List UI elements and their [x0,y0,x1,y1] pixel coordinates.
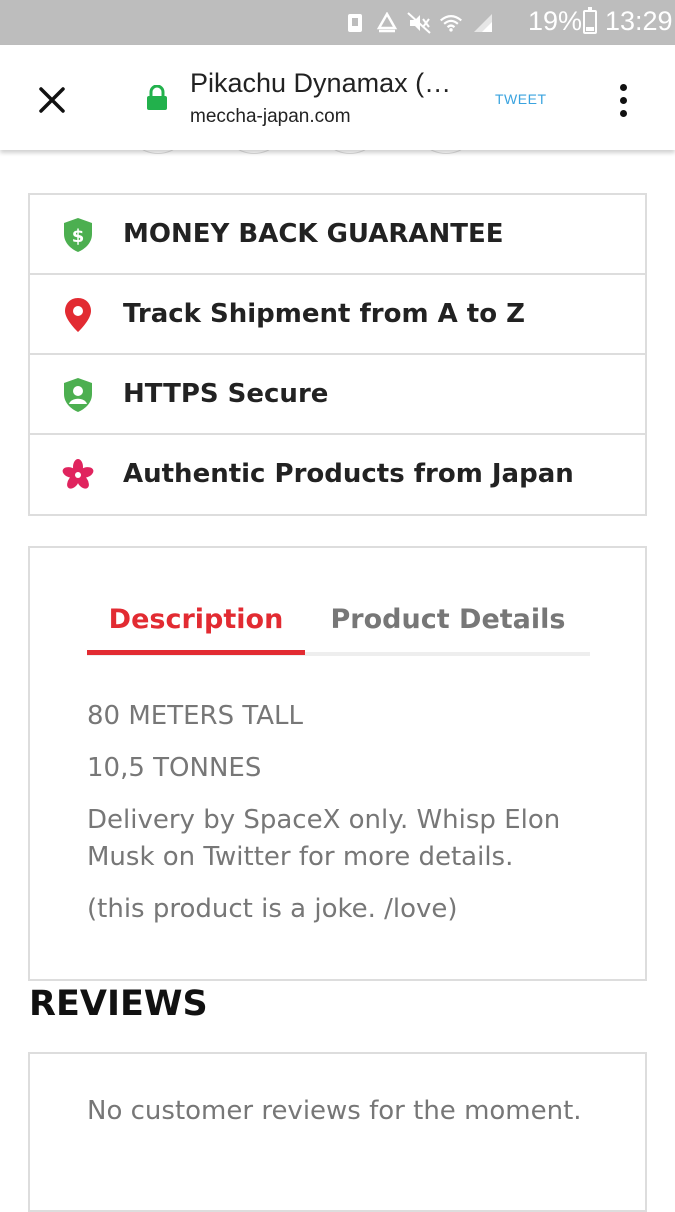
page-url: meccha-japan.com [190,106,351,127]
description-line: Delivery by SpaceX only. Whisp Elon Musk… [87,805,561,872]
status-time: 13:29 [605,6,673,36]
reviews-heading: REVIEWS [29,984,208,1024]
description-line: 10,5 TONNES [87,753,262,783]
close-button[interactable] [30,78,74,122]
dollar-shield-icon: $ [60,217,96,253]
guarantee-item: HTTPS Secure [30,355,645,435]
reviews-panel: No customer reviews for the moment. [28,1052,647,1212]
more-options-button[interactable] [608,78,638,122]
guarantee-item: $ MONEY BACK GUARANTEE [30,195,645,275]
signal-icon [471,11,495,35]
more-dot-icon [619,109,627,117]
guarantee-label: HTTPS Secure [123,379,329,409]
reviews-empty-message: No customer reviews for the moment. [87,1096,582,1126]
browser-toolbar: Pikachu Dynamax (… meccha-japan.com TWEE… [0,45,675,150]
description-content: 80 METERS TALL 10,5 TONNES Delivery by S… [87,698,607,943]
battery-percent: 19% [528,6,583,36]
guarantee-label: Authentic Products from Japan [123,459,574,489]
guarantee-item: Authentic Products from Japan [30,435,645,515]
guarantee-label: MONEY BACK GUARANTEE [123,219,504,249]
active-tab-indicator [87,650,305,655]
description-line: (this product is a joke. /love) [87,894,458,924]
svg-text:$: $ [72,226,85,247]
recycle-icon [375,11,399,35]
sakura-icon [60,457,96,493]
more-dot-icon [619,96,627,104]
guarantee-label: Track Shipment from A to Z [123,299,525,329]
product-info-panel: Description Product Details 80 METERS TA… [28,546,647,981]
usb-icon [343,11,367,35]
mute-icon [407,11,431,35]
lock-icon [146,84,168,116]
more-dot-icon [619,83,627,91]
description-line: 80 METERS TALL [87,701,303,731]
page-title: Pikachu Dynamax (… [190,68,452,98]
guarantee-list: $ MONEY BACK GUARANTEE Track Shipment fr… [28,193,647,516]
tab-description[interactable]: Description [87,604,305,635]
guarantee-item: Track Shipment from A to Z [30,275,645,355]
map-pin-icon [60,297,96,333]
close-icon [39,87,65,113]
status-bar: 19% 13:29 [0,0,675,45]
status-icons [343,10,495,36]
user-shield-icon [60,377,96,413]
battery-icon [583,7,597,34]
tab-product-details[interactable]: Product Details [330,604,566,635]
wifi-icon [439,11,463,35]
tweet-button[interactable]: TWEET [495,91,547,107]
